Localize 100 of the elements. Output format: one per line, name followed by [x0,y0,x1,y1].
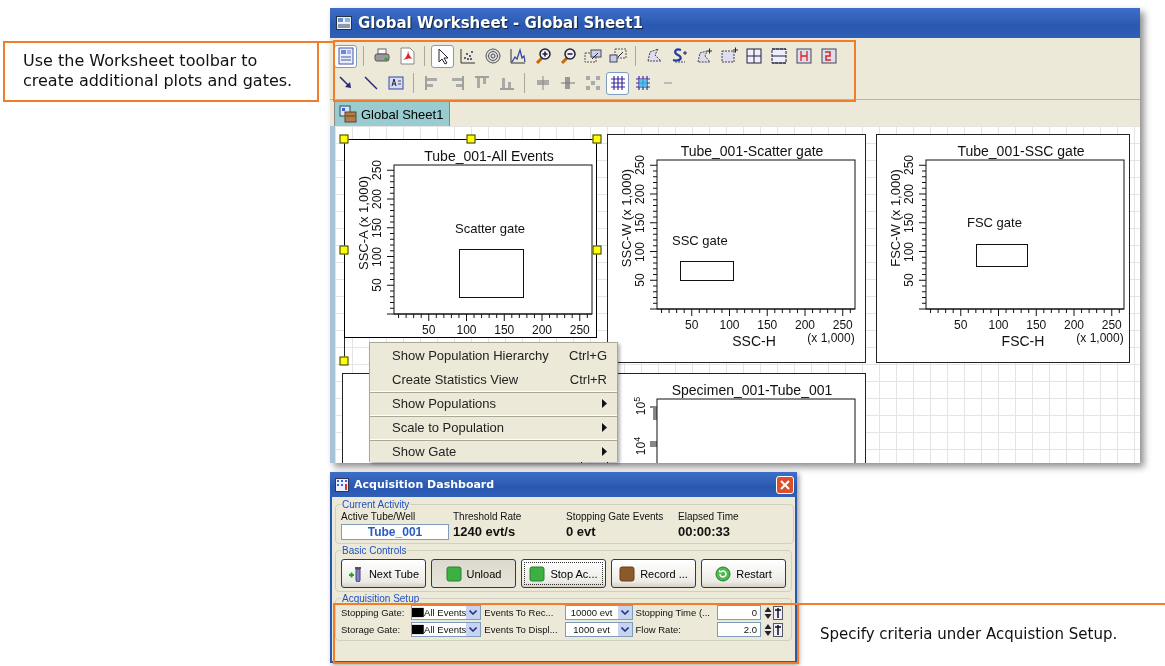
tick-label: 250 [1101,318,1122,332]
tick-label: 150 [902,212,916,233]
group-title: Acquisition Setup [341,593,421,604]
contour-plot-icon [483,47,502,65]
dropdown[interactable]: All Events [411,605,482,620]
field-label: Stopping Gate Events [566,511,665,522]
field-label: Events To Rec... [484,607,555,618]
tube-icon [347,565,364,582]
toolbar-button[interactable] [606,71,629,95]
tick-label: 100 [633,241,647,262]
field-label: Storage Gate: [341,624,402,635]
selection-handle[interactable] [466,134,475,144]
dropdown[interactable]: 1000 evt [564,622,633,637]
step-icon[interactable] [773,605,783,620]
swatch-icon [412,607,425,618]
scatter-plot-icon [458,47,477,65]
control-button[interactable]: Restart [701,559,786,588]
chevron-down-icon [620,627,629,632]
tick-label: 50 [685,318,699,332]
pdf-icon [397,47,416,65]
tick-label: 200 [902,184,916,204]
tick-label: 150 [757,318,778,332]
sheet-tab[interactable]: Global Sheet1 [334,100,451,126]
control-button[interactable]: Record ... [611,559,696,588]
scale-label: (x 1,000) [1076,331,1124,345]
selection-handle[interactable] [339,356,349,366]
square-icon [445,565,462,582]
control-button[interactable]: Unload [431,559,516,588]
group-title: Current Activity [341,499,411,510]
tick-label: 200 [633,184,647,204]
polygon-gate-plus-icon [694,47,713,65]
rectangle-gate-icon [719,47,738,65]
selection-handle[interactable] [592,245,602,255]
tick-label: 150 [633,212,647,233]
dashboard-icon [335,477,349,492]
tube-field[interactable]: Tube_001 [341,524,449,540]
field-label: Flow Rate: [635,624,682,635]
gate-rectangle[interactable] [976,244,1028,267]
spinner-icon[interactable] [764,605,772,620]
gate-rectangle[interactable] [680,261,734,281]
split-gate-icon [769,47,788,65]
selection-handle[interactable] [339,245,349,255]
zoom-in-icon [533,47,552,65]
callout-text: Use the Worksheet toolbar to create additional plots and gates. [23,51,294,91]
close-icon [780,479,790,490]
menu-item[interactable]: Show Populations [370,391,617,415]
selection-handle[interactable] [592,134,602,144]
menu-item[interactable]: Scale to Population [370,415,617,439]
control-button[interactable]: Stop Ac... [521,559,606,588]
tick-label: 50 [954,318,968,332]
field-label: Threshold Rate [453,511,523,522]
field-label: Events To Displ... [484,624,559,635]
toolbar-button[interactable] [431,44,454,68]
dropdown[interactable]: All Events [411,622,482,637]
quadrant-gate-icon [744,47,763,65]
menu-item[interactable]: Show Gate [370,439,617,462]
tick-label: 100 [370,246,384,267]
reading-value: 1240 evt/s [453,524,517,540]
plot-title: Tube_001-All Events [424,148,554,164]
close-button[interactable] [776,475,794,494]
space-vertical-icon [558,74,577,92]
shrink-icon [608,47,627,65]
dropdown[interactable]: 10000 evt [564,605,633,620]
callout-text: Specify criteria under Acquistion Setup. [820,624,1118,644]
gate-label: Scatter gate [455,221,526,236]
interval-gate-icon [794,47,813,65]
number-field[interactable]: 0 [717,605,761,620]
text-box-icon [386,74,405,92]
tick-label: 250 [569,323,590,337]
axis-label: SSC-A (x 1,000) [355,176,371,270]
plot-title: Tube_001-SSC gate [957,143,1085,159]
group-title: Basic Controls [341,545,408,556]
selection-handle[interactable] [339,134,349,144]
gate-rectangle[interactable] [459,249,524,298]
tick-label: 200 [795,318,815,332]
step-icon[interactable] [773,622,783,637]
chevron-down-icon [620,610,629,615]
tick-label: 100 [456,323,477,337]
sheet-icon [339,105,357,123]
tick-label: 250 [832,318,853,332]
snap-gate-icon [819,47,838,65]
tick-label: 50 [422,323,436,337]
dash-icon [663,82,672,84]
number-field[interactable]: 2.0 [717,622,761,637]
square-icon [529,565,546,582]
square-icon [619,565,636,582]
window-title: Acquisition Dashboard [354,478,496,491]
window-title: Global Worksheet - Global Sheet1 [358,14,643,32]
axis-label: SSC-W (x 1,000) [618,168,634,268]
tick-label: 100 [988,318,1009,332]
tick-label: 200 [532,323,552,337]
field-label: Stopping Gate: [341,607,406,618]
spinner-icon[interactable] [764,622,772,637]
control-button[interactable]: Next Tube [341,559,426,588]
gate-label: SSC gate [672,233,728,248]
reading-value: 00:00:33 [678,524,732,540]
tick-label: 150 [1026,318,1047,332]
tick-label: 50 [633,273,647,287]
scale-label: (x 1,000) [807,331,855,345]
tick-label: 250 [370,160,384,181]
